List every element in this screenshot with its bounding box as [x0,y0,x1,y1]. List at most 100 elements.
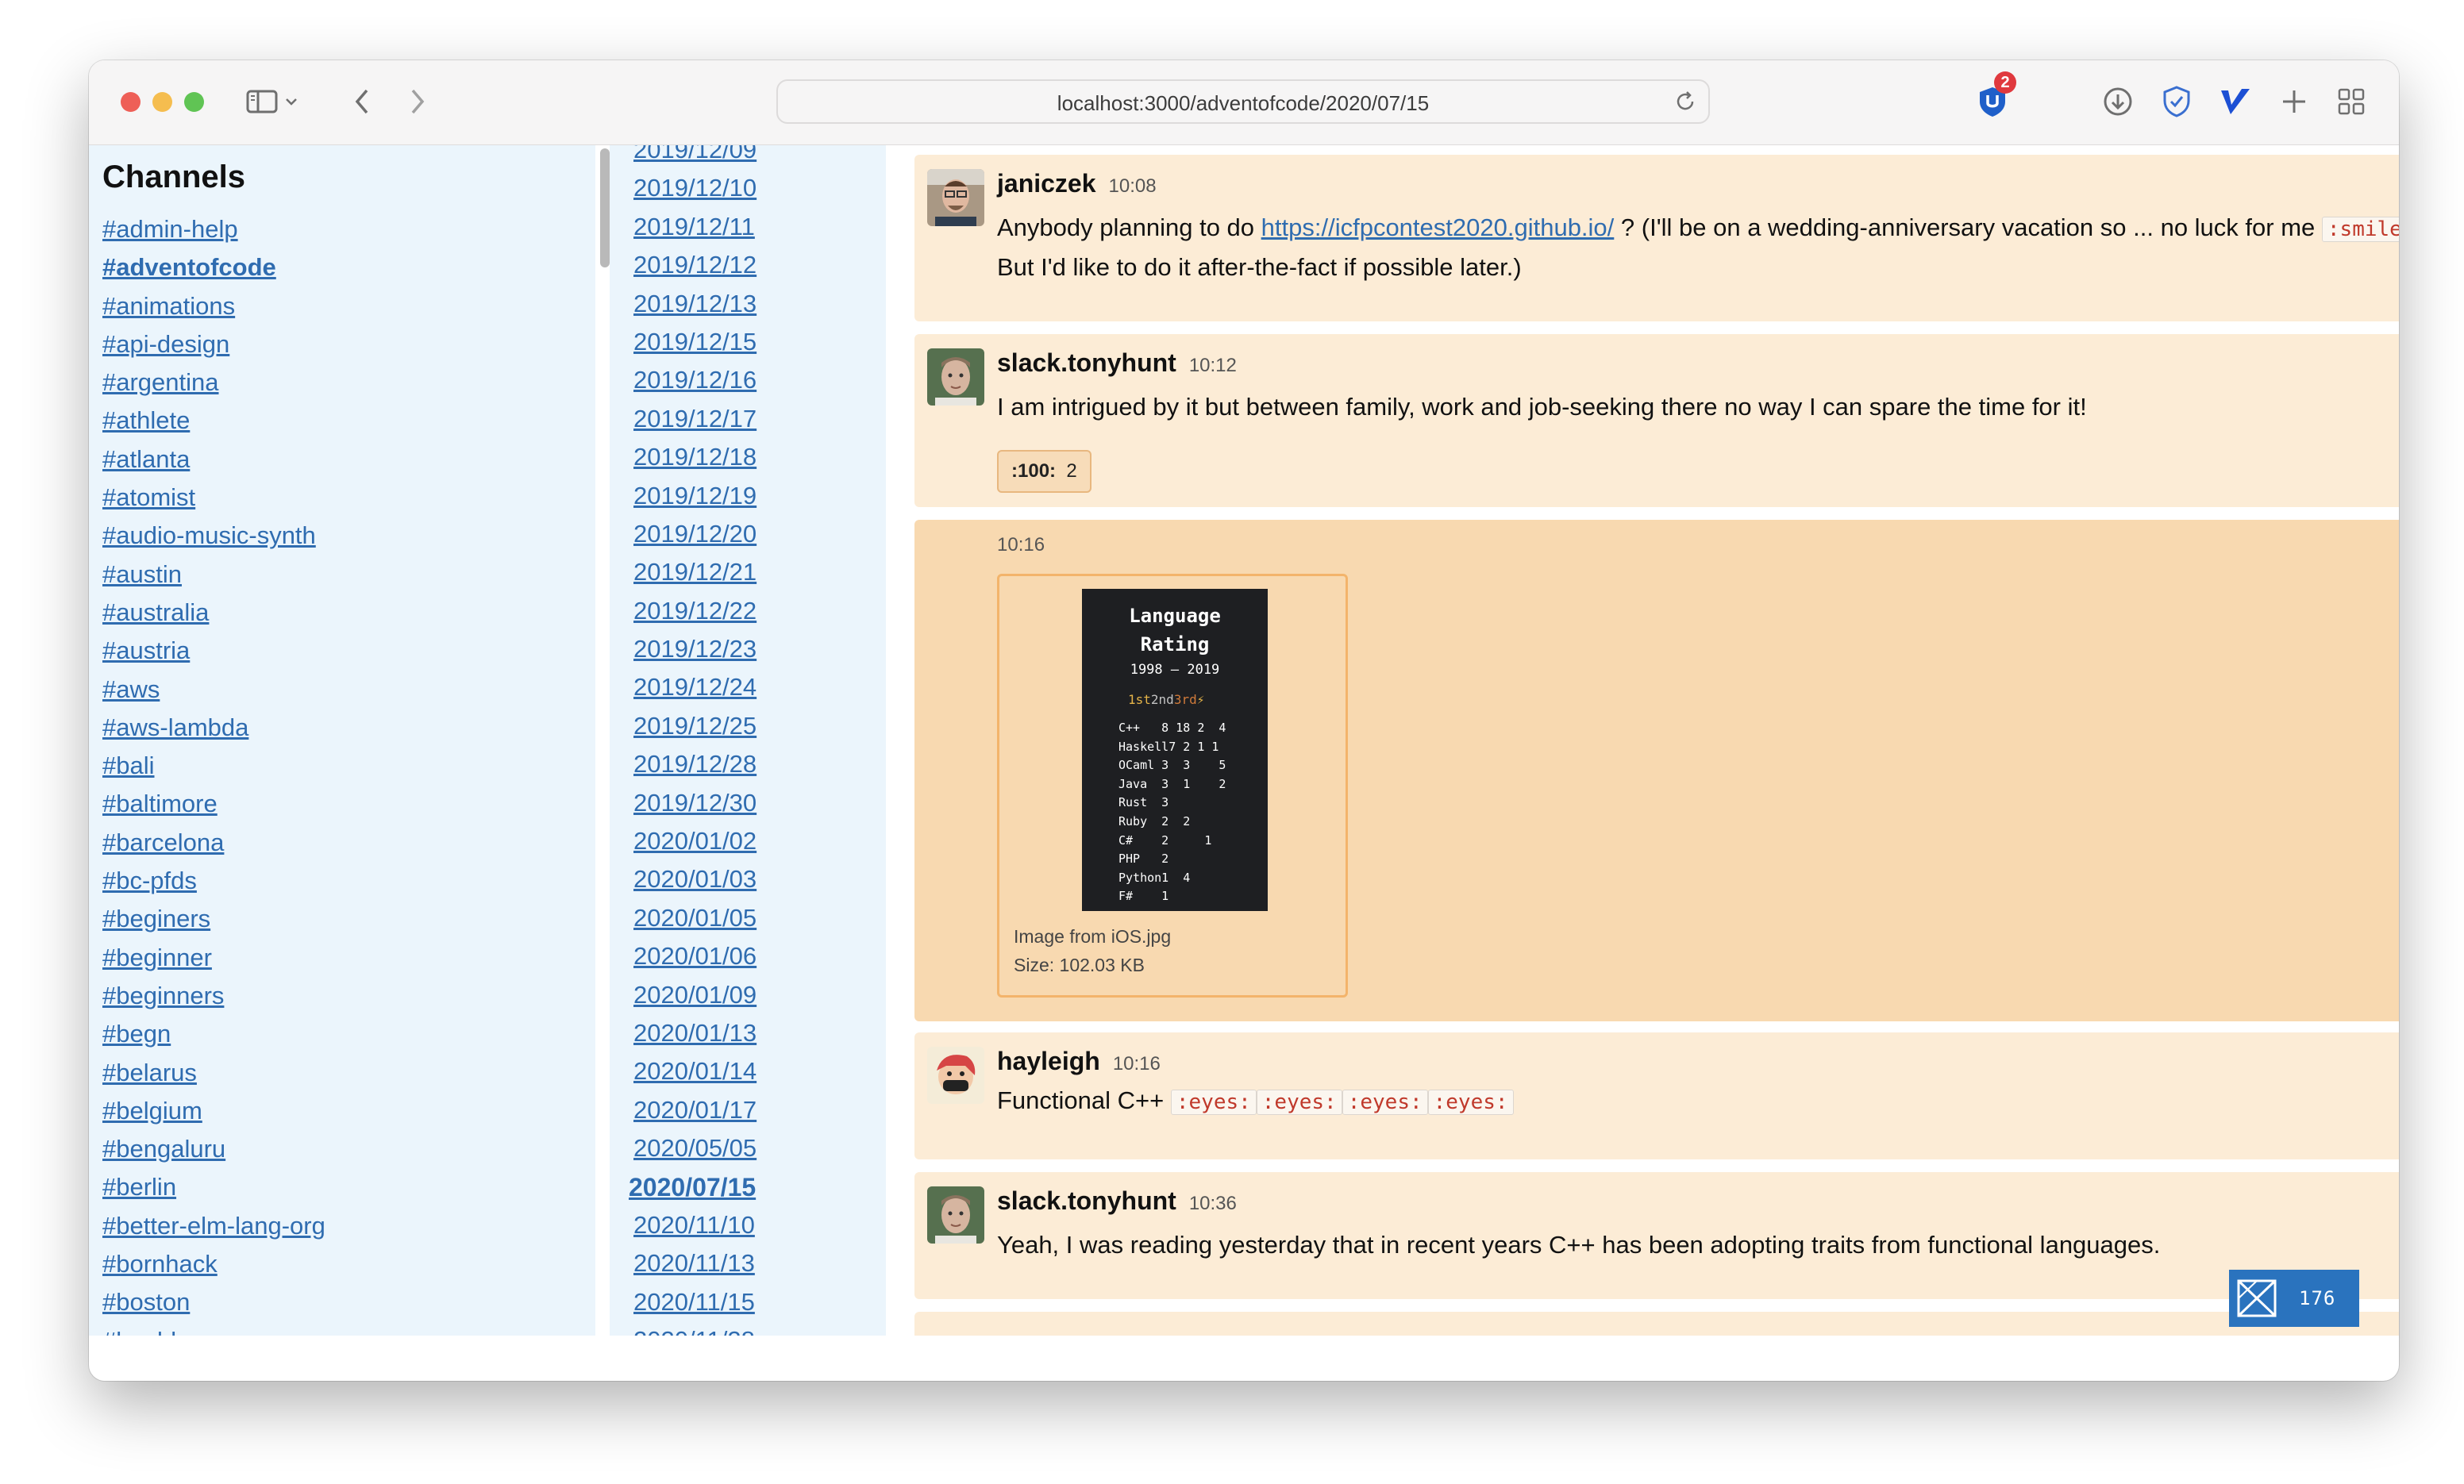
channel-link[interactable]: #beginner [102,944,212,971]
date-link-active[interactable]: 2020/07/15 [629,1173,756,1201]
date-link[interactable]: 2020/01/09 [633,981,757,1009]
download-icon[interactable] [2097,81,2139,122]
message-author[interactable]: slack.tonyhunt 10:12 [997,348,1237,378]
date-link[interactable]: 2019/12/10 [633,174,757,202]
channel-link-active[interactable]: #adventofcode [102,253,276,281]
channel-link[interactable]: #belarus [102,1059,197,1086]
channel-link[interactable]: #api-design [102,330,229,358]
v-extension-icon[interactable] [2215,81,2256,122]
channel-link[interactable]: #barcelona [102,829,224,856]
channel-link[interactable]: #berlin [102,1173,176,1201]
date-link[interactable]: 2019/12/22 [633,597,757,625]
message-author[interactable]: janiczek 10:08 [997,169,1157,198]
date-link[interactable]: 2019/12/16 [633,366,757,394]
date-link[interactable]: 2019/12/11 [633,213,755,240]
channels-scrollbar-thumb[interactable] [600,148,610,267]
channel-link[interactable]: #beginers [102,905,210,932]
date-link[interactable]: 2020/11/15 [633,1288,755,1316]
message-author[interactable]: slack.tonyhunt 10:36 [997,1186,1237,1216]
privacy-shield-icon[interactable] [2156,81,2197,122]
message-time[interactable]: 10:16 [1113,1053,1161,1075]
date-item: 2019/12/30 [633,786,757,824]
channel-link[interactable]: #admin-help [102,215,238,243]
date-link[interactable]: 2019/12/19 [633,482,757,509]
close-window-button[interactable] [121,92,141,112]
channel-link[interactable]: #audio-music-synth [102,521,316,549]
channel-link[interactable]: #bc-pfds [102,867,197,894]
channel-link[interactable]: #better-elm-lang-org [102,1212,325,1240]
channel-link[interactable]: #atomist [102,483,195,511]
message-time[interactable]: 10:16 [997,534,1045,556]
channel-link[interactable]: #austin [102,560,182,588]
date-link[interactable]: 2019/12/25 [633,712,757,740]
date-link[interactable]: 2019/12/30 [633,789,757,817]
url-text[interactable]: localhost:3000/adventofcode/2020/07/15 [778,91,1708,116]
date-link[interactable]: 2020/11/28 [633,1326,755,1336]
avatar[interactable] [927,1047,984,1104]
date-link[interactable]: 2019/12/12 [633,251,757,279]
back-icon[interactable] [341,81,383,122]
channel-link[interactable]: #belgium [102,1097,202,1125]
date-link[interactable]: 2020/01/02 [633,827,757,855]
minimize-window-button[interactable] [152,92,172,112]
message: slack.tonyhunt 10:12 I am intrigued by it… [914,334,2399,507]
date-link[interactable]: 2019/12/28 [633,750,757,778]
date-link[interactable]: 2020/01/13 [633,1019,757,1047]
attachment-image[interactable]: Language Rating 1998 – 2019 1st2nd3rd⚡ C+… [1082,589,1268,911]
message-time[interactable]: 10:12 [1189,355,1237,376]
channel-link[interactable]: #atlanta [102,445,190,473]
date-link[interactable]: 2019/12/24 [633,673,757,701]
date-link[interactable]: 2020/01/17 [633,1096,757,1124]
message-time[interactable]: 10:36 [1189,1193,1237,1214]
channel-link[interactable]: #bornhack [102,1250,218,1278]
date-link[interactable]: 2020/01/03 [633,865,757,893]
date-link[interactable]: 2019/12/17 [633,405,757,433]
file-attachment[interactable]: Language Rating 1998 – 2019 1st2nd3rd⚡ C+… [997,574,1348,998]
date-link[interactable]: 2019/12/18 [633,443,757,471]
date-link[interactable]: 2020/01/14 [633,1057,757,1085]
channel-link[interactable]: #baltimore [102,790,218,817]
avatar[interactable] [927,348,984,406]
message: hayleigh 10:16 Functional C++ :eyes::eyes… [914,1032,2399,1159]
channel-link[interactable]: #boulder [102,1327,198,1336]
date-link[interactable]: 2020/01/05 [633,904,757,932]
chevron-down-icon[interactable] [279,81,303,122]
message-time[interactable]: 10:08 [1109,175,1157,197]
date-link[interactable]: 2019/12/15 [633,328,757,356]
date-link[interactable]: 2019/12/13 [633,290,757,317]
message-counter[interactable]: 176 [2229,1270,2359,1327]
avatar[interactable] [927,169,984,226]
dates-sidebar: 2019/12/09 2019/12/10 2019/12/11 2019/12/12… [610,145,886,1336]
date-link[interactable]: 2019/12/09 [633,145,757,163]
tab-overview-icon[interactable] [2331,81,2372,122]
channel-link[interactable]: #bengaluru [102,1135,225,1163]
reaction-badge[interactable]: :100: 2 [997,450,1091,493]
channel-link[interactable]: #beginners [102,982,224,1009]
sidebar-toggle-icon[interactable] [241,81,283,122]
new-tab-icon[interactable] [2273,81,2315,122]
channel-link[interactable]: #argentina [102,368,219,396]
forward-icon[interactable] [397,81,438,122]
date-link[interactable]: 2020/11/10 [633,1211,755,1239]
message-author[interactable]: hayleigh 10:16 [997,1047,1161,1076]
date-link[interactable]: 2019/12/23 [633,635,757,663]
channel-link[interactable]: #aws [102,675,160,703]
date-link[interactable]: 2019/12/21 [633,558,757,586]
date-link[interactable]: 2020/01/06 [633,942,757,970]
date-link[interactable]: 2020/05/05 [633,1134,757,1162]
avatar[interactable] [927,1186,984,1244]
channel-link[interactable]: #animations [102,292,235,320]
message-link[interactable]: https://icfpcontest2020.github.io/ [1261,213,1615,241]
address-bar[interactable]: localhost:3000/adventofcode/2020/07/15 [776,79,1710,124]
reload-icon[interactable] [1673,90,1697,113]
channel-link[interactable]: #austria [102,636,190,664]
date-link[interactable]: 2019/12/20 [633,520,757,548]
channel-link[interactable]: #bali [102,752,155,779]
channel-link[interactable]: #begn [102,1020,171,1048]
date-link[interactable]: 2020/11/13 [633,1249,755,1277]
channel-link[interactable]: #australia [102,598,209,626]
zoom-window-button[interactable] [184,92,204,112]
channel-link[interactable]: #boston [102,1288,190,1316]
channel-link[interactable]: #aws-lambda [102,713,248,741]
channel-link[interactable]: #athlete [102,406,190,434]
